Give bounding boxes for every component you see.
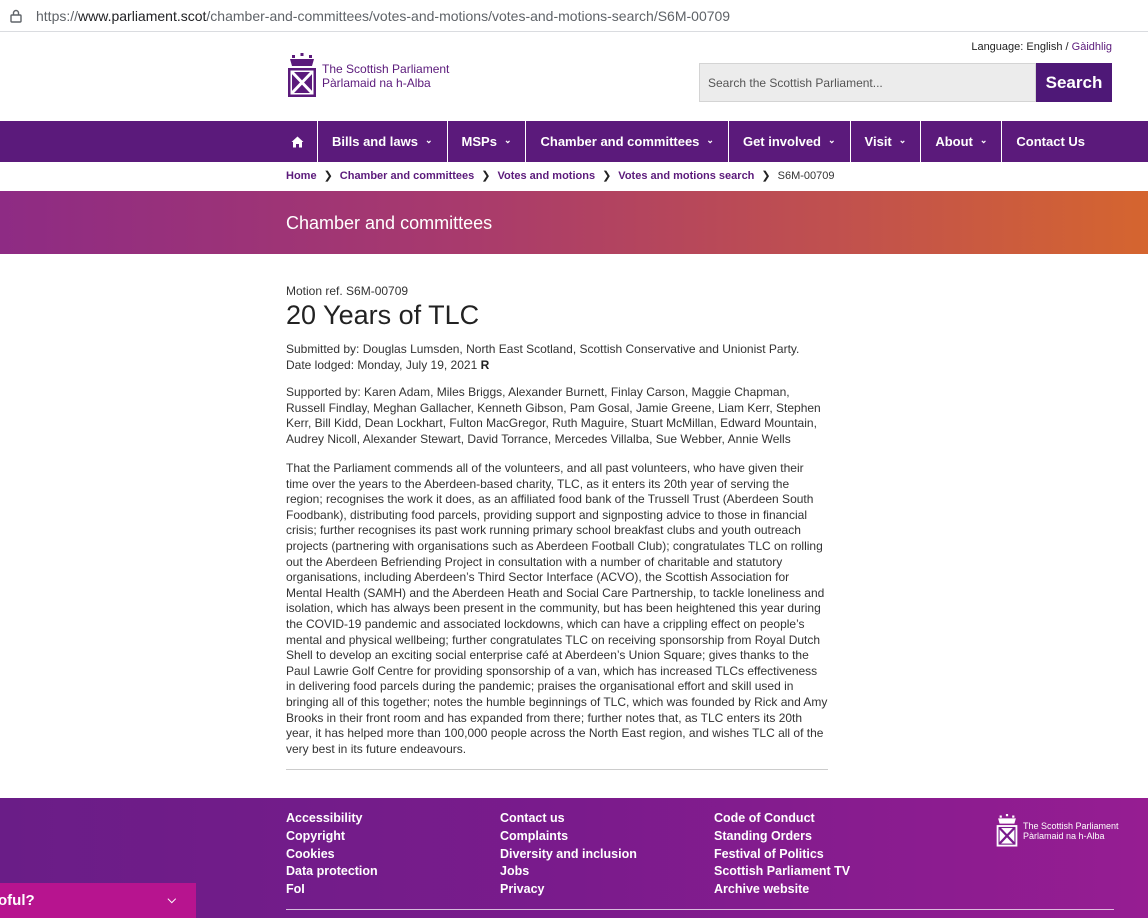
nav-bills-and-laws[interactable]: Bills and laws ⌄ (318, 121, 448, 162)
search-input[interactable]: Search the Scottish Parliament... (699, 63, 1036, 102)
breadcrumb-current: S6M-00709 (777, 169, 835, 182)
language-gaelic-link[interactable]: Gàidhlig (1072, 41, 1112, 53)
parliament-crest-icon (996, 814, 1018, 847)
chevron-right-icon: ❯ (323, 170, 333, 182)
home-icon (291, 136, 304, 147)
chevron-down-icon: ⌄ (898, 135, 907, 145)
nav-visit[interactable]: Visit ⌄ (851, 121, 922, 162)
nav-chamber-and-committees[interactable]: Chamber and committees ⌄ (526, 121, 729, 162)
chevron-down-icon: ⌄ (706, 135, 714, 145)
page-title: 20 Years of TLC (286, 300, 480, 330)
breadcrumb-votes-and-motions[interactable]: Votes and motions (497, 170, 595, 182)
footer-link-parliament-tv[interactable]: Scottish Parliament TV (714, 863, 850, 881)
footer-link-cookies[interactable]: Cookies (286, 846, 378, 864)
feedback-toggle[interactable]: oful? ⌵ (0, 883, 196, 918)
banner-title: Chamber and committees (286, 213, 493, 233)
submitted-by: Submitted by: Douglas Lumsden, North Eas… (286, 342, 800, 356)
footer-link-foi[interactable]: FoI (286, 881, 378, 899)
footer-divider (286, 909, 1114, 910)
breadcrumb-chamber-and-committees[interactable]: Chamber and committees (340, 170, 474, 182)
footer-link-privacy[interactable]: Privacy (500, 881, 637, 899)
chevron-down-icon: ⌄ (424, 135, 433, 145)
site-header: Language: English / Gàidhlig The Scottis… (0, 33, 1148, 121)
main-nav: Bills and laws ⌄ MSPs ⌄ Chamber and commit… (0, 121, 1148, 162)
lock-icon (10, 9, 22, 23)
chevron-down-icon: ⌄ (979, 135, 988, 145)
breadcrumb-votes-and-motions-search[interactable]: Votes and motions search (618, 170, 754, 182)
date-lodged: Date lodged: Monday, July 19, 2021 R (286, 358, 490, 372)
language-english[interactable]: English (1026, 41, 1062, 53)
chevron-down-icon: ⌄ (503, 135, 512, 145)
logo-text: The Scottish Parliament Pàrlamaid na h-A… (322, 62, 450, 90)
footer-column-2: Contact us Complaints Diversity and incl… (500, 810, 637, 899)
motion-ref: Motion ref. S6M-00709 (286, 284, 409, 298)
chevron-right-icon: ❯ (602, 170, 612, 182)
footer-logo-text: The Scottish Parliament Pàrlamaid na h-A… (1023, 821, 1119, 841)
footer-link-contact-us[interactable]: Contact us (500, 810, 637, 828)
footer-link-archive-website[interactable]: Archive website (714, 881, 850, 899)
search-button[interactable]: Search (1036, 63, 1112, 102)
footer-link-accessibility[interactable]: Accessibility (286, 810, 378, 828)
footer-link-standing-orders[interactable]: Standing Orders (714, 828, 850, 846)
nav-home[interactable] (278, 121, 318, 162)
url-text[interactable]: https://www.parliament.scot/chamber-and-… (36, 8, 730, 24)
language-switcher: Language: English / Gàidhlig (971, 41, 1112, 53)
footer-column-1: Accessibility Copyright Cookies Data pro… (286, 810, 378, 899)
section-banner: Chamber and committees (0, 191, 1148, 254)
motion-content: Motion ref. S6M-00709 20 Years of TLC Su… (286, 284, 828, 771)
date-flag: R (480, 358, 490, 372)
chevron-right-icon: ❯ (481, 170, 491, 182)
footer-logo[interactable]: The Scottish Parliament Pàrlamaid na h-A… (995, 814, 1119, 848)
content-divider (286, 769, 828, 771)
nav-contact-us[interactable]: Contact Us (1002, 121, 1099, 162)
nav-get-involved[interactable]: Get involved ⌄ (729, 121, 851, 162)
footer-link-data-protection[interactable]: Data protection (286, 863, 378, 881)
browser-url-bar[interactable]: https://www.parliament.scot/chamber-and-… (0, 0, 1148, 32)
footer-column-3: Code of Conduct Standing Orders Festival… (714, 810, 850, 899)
breadcrumb-home[interactable]: Home (286, 170, 317, 182)
nav-about[interactable]: About ⌄ (921, 121, 1003, 162)
nav-msps[interactable]: MSPs ⌄ (448, 121, 527, 162)
motion-meta: Submitted by: Douglas Lumsden, North Eas… (286, 341, 828, 373)
footer-link-code-of-conduct[interactable]: Code of Conduct (714, 810, 850, 828)
chevron-down-icon: ⌵ (167, 894, 176, 906)
chevron-right-icon: ❯ (761, 170, 771, 182)
footer-link-complaints[interactable]: Complaints (500, 828, 637, 846)
footer-link-jobs[interactable]: Jobs (500, 863, 637, 881)
site-logo[interactable]: The Scottish Parliament Pàrlamaid na h-A… (286, 53, 449, 99)
footer-link-copyright[interactable]: Copyright (286, 828, 378, 846)
parliament-crest-icon (288, 53, 316, 97)
breadcrumb: Home ❯ Chamber and committees ❯ Votes an… (286, 169, 835, 183)
motion-text: That the Parliament commends all of the … (286, 461, 828, 756)
feedback-label: oful? (0, 892, 35, 909)
supported-by: Supported by: Karen Adam, Miles Briggs, … (286, 385, 821, 446)
chevron-down-icon: ⌄ (828, 135, 836, 145)
footer-link-diversity[interactable]: Diversity and inclusion (500, 846, 637, 864)
footer-link-festival-of-politics[interactable]: Festival of Politics (714, 846, 850, 864)
